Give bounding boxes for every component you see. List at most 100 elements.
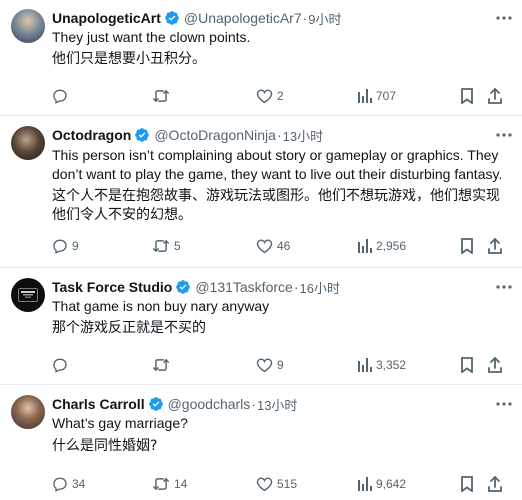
reply-bubble-icon — [52, 88, 68, 104]
tweet-header: UnapologeticArt @UnapologeticAr7 · 9小时 — [52, 8, 512, 28]
reply-button[interactable] — [52, 86, 72, 106]
bookmark-icon — [460, 238, 474, 254]
tweet[interactable]: Octodragon @OctoDragonNinja · 13小时 This … — [0, 116, 522, 268]
reply-button[interactable]: 34 — [52, 474, 85, 494]
view-count: 9,642 — [376, 477, 407, 491]
reply-bubble-icon — [52, 238, 68, 254]
views-bars-icon — [358, 358, 372, 372]
avatar[interactable] — [11, 126, 45, 160]
author-name[interactable]: UnapologeticArt — [52, 10, 161, 26]
views-bars-icon — [358, 477, 372, 491]
timestamp[interactable]: 9小时 — [308, 9, 341, 28]
reply-bubble-icon — [52, 476, 68, 492]
author-handle[interactable]: @UnapologeticAr7 — [184, 10, 302, 26]
heart-icon — [256, 476, 273, 492]
tweet-text: They just want the clown points. — [52, 29, 251, 45]
views-button[interactable]: 707 — [358, 86, 396, 106]
like-button[interactable]: 2 — [256, 86, 284, 106]
tweet[interactable]: UnapologeticArt @UnapologeticAr7 · 9小时 T… — [0, 0, 522, 116]
share-button[interactable] — [488, 355, 502, 375]
avatar[interactable] — [11, 395, 45, 429]
views-bars-icon — [358, 239, 372, 253]
share-icon — [488, 476, 502, 492]
tweet-translation: 什么是同性婚姻? — [52, 438, 158, 454]
author-name[interactable]: Task Force Studio — [52, 279, 172, 295]
view-count: 3,352 — [376, 358, 407, 372]
share-button[interactable] — [488, 236, 502, 256]
share-icon — [488, 357, 502, 373]
more-dots-icon[interactable] — [494, 279, 512, 295]
retweet-button[interactable]: 14 — [152, 474, 187, 494]
verified-badge-icon — [164, 10, 180, 26]
retweet-button[interactable] — [152, 86, 174, 106]
share-button[interactable] — [488, 86, 502, 106]
avatar[interactable] — [11, 278, 45, 312]
tweet-translation: 这个人不是在抱怨故事、游戏玩法或图形。他们不想玩游戏，他们想实现他们令人不安的幻… — [52, 188, 500, 223]
views-button[interactable]: 3,352 — [358, 355, 406, 375]
author-name[interactable]: Octodragon — [52, 127, 131, 143]
share-icon — [488, 238, 502, 254]
avatar[interactable] — [11, 9, 45, 43]
bookmark-icon — [460, 476, 474, 492]
verified-badge-icon — [175, 279, 191, 295]
tweet-translation: 那个游戏反正就是不买的 — [52, 320, 206, 336]
like-button[interactable]: 515 — [256, 474, 297, 494]
tweet-actions: 34 14 515 9,642 — [52, 474, 502, 494]
separator: · — [302, 10, 308, 26]
like-count: 46 — [277, 239, 291, 253]
tweet-actions: 2 707 — [52, 86, 502, 106]
views-button[interactable]: 2,956 — [358, 236, 406, 256]
like-count: 515 — [277, 477, 298, 491]
retweet-count: 5 — [174, 239, 181, 253]
heart-icon — [256, 88, 273, 104]
like-count: 9 — [277, 358, 284, 372]
separator: · — [276, 127, 282, 143]
tweet-text: That game is non buy nary anyway — [52, 298, 270, 314]
task-force-logo-icon — [18, 288, 38, 302]
retweet-button[interactable]: 5 — [152, 236, 181, 256]
retweet-button[interactable] — [152, 355, 174, 375]
bookmark-button[interactable] — [460, 355, 474, 375]
tweet-text: What’s gay marriage? — [52, 415, 188, 431]
timestamp[interactable]: 16小时 — [299, 278, 339, 297]
timestamp[interactable]: 13小时 — [257, 395, 297, 414]
tweet-actions: 9 3,352 — [52, 355, 502, 375]
more-dots-icon[interactable] — [494, 396, 512, 412]
bookmark-icon — [460, 88, 474, 104]
retweet-count: 14 — [174, 477, 188, 491]
share-icon — [488, 88, 502, 104]
tweet-actions: 9 5 46 2,956 — [52, 236, 502, 256]
bookmark-button[interactable] — [460, 236, 474, 256]
tweet-translation: 他们只是想要小丑积分。 — [52, 51, 206, 67]
tweet[interactable]: Charls Carroll @goodcharls · 13小时 What’s… — [0, 385, 522, 500]
reply-count: 9 — [72, 239, 79, 253]
bookmark-button[interactable] — [460, 86, 474, 106]
more-dots-icon[interactable] — [494, 127, 512, 143]
separator: · — [293, 279, 299, 295]
reply-button[interactable] — [52, 355, 72, 375]
author-name[interactable]: Charls Carroll — [52, 396, 145, 412]
view-count: 707 — [376, 89, 397, 103]
like-button[interactable]: 9 — [256, 355, 284, 375]
more-dots-icon[interactable] — [494, 10, 512, 26]
timestamp[interactable]: 13小时 — [283, 126, 323, 145]
author-handle[interactable]: @131Taskforce — [195, 279, 292, 295]
views-bars-icon — [358, 89, 372, 103]
reply-count: 34 — [72, 477, 86, 491]
share-button[interactable] — [488, 474, 502, 494]
tweet[interactable]: Task Force Studio @131Taskforce · 16小时 T… — [0, 268, 522, 385]
view-count: 2,956 — [376, 239, 407, 253]
like-button[interactable]: 46 — [256, 236, 290, 256]
verified-badge-icon — [134, 127, 150, 143]
retweet-icon — [152, 476, 170, 492]
author-handle[interactable]: @OctoDragonNinja — [154, 127, 276, 143]
author-handle[interactable]: @goodcharls — [168, 396, 251, 412]
views-button[interactable]: 9,642 — [358, 474, 406, 494]
bookmark-button[interactable] — [460, 474, 474, 494]
heart-icon — [256, 238, 273, 254]
tweet-header: Charls Carroll @goodcharls · 13小时 — [52, 394, 512, 414]
retweet-icon — [152, 88, 170, 104]
reply-button[interactable]: 9 — [52, 236, 79, 256]
heart-icon — [256, 357, 273, 373]
retweet-icon — [152, 357, 170, 373]
